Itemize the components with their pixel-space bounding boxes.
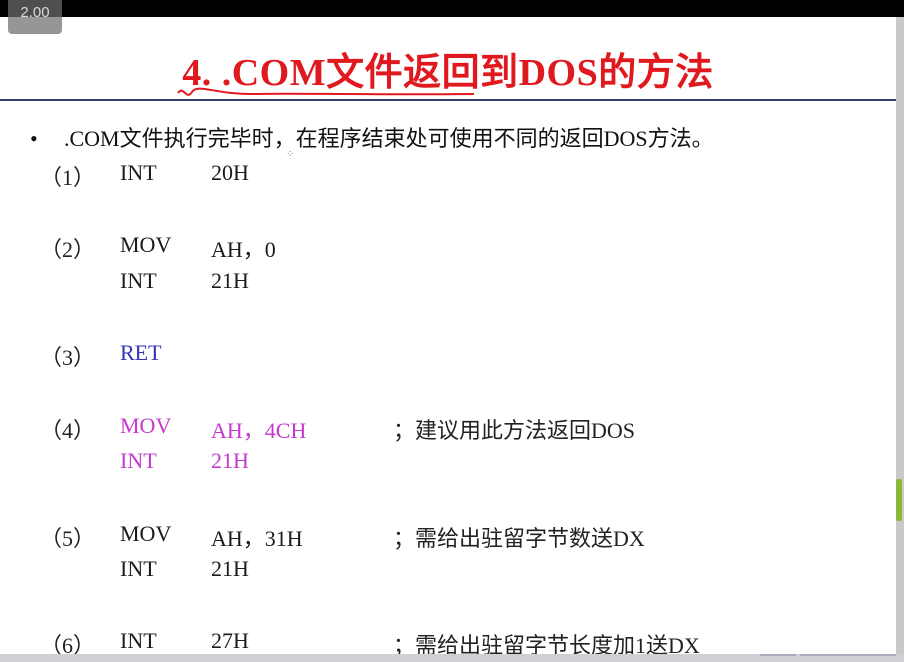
row-opcode: INT <box>120 556 157 581</box>
row-operand: 27H <box>211 628 249 653</box>
row-operand: 21H <box>211 268 249 293</box>
row-number: （6） <box>40 633 96 654</box>
row-number: （1） <box>40 165 96 190</box>
row-comment: ；需给出驻留字节长度加1送DX <box>393 633 700 654</box>
row-comment: ；需给出驻留字节数送DX <box>393 526 645 551</box>
row-opcode: RET <box>120 340 162 365</box>
video-top-bar <box>0 0 904 17</box>
video-progress-bar[interactable] <box>0 654 904 662</box>
row-operand: 21H <box>211 448 249 473</box>
row-number: （4） <box>40 418 96 443</box>
row-number: （2） <box>40 237 96 262</box>
row-opcode: INT <box>120 160 157 185</box>
slide: 4. .COM文件返回到DOS的方法 • .COM文件执行完毕时，在程序结束处可使… <box>0 17 896 654</box>
row-operand: 20H <box>211 160 249 185</box>
cursor-mark: ⁘ <box>286 149 295 160</box>
intro-bullet: • .COM文件执行完毕时，在程序结束处可使用不同的返回DOS方法。 <box>30 121 714 153</box>
row-number: （3） <box>40 345 96 370</box>
row-opcode: INT <box>120 448 157 473</box>
row-operand: 21H <box>211 556 249 581</box>
row-opcode: INT <box>120 628 157 653</box>
playback-speed-badge[interactable]: 2.00 <box>8 0 62 34</box>
intro-text: .COM文件执行完毕时，在程序结束处可使用不同的返回DOS方法。 <box>64 126 714 151</box>
row-operand: AH，31H <box>211 526 303 551</box>
bullet-icon: • <box>30 126 38 151</box>
row-opcode: INT <box>120 268 157 293</box>
row-opcode: MOV <box>120 413 172 438</box>
scrollbar-thumb[interactable] <box>896 479 902 521</box>
slide-right-edge <box>896 17 904 662</box>
row-number: （5） <box>40 526 96 551</box>
row-operand: AH，0 <box>211 237 276 262</box>
row-comment: ；建议用此方法返回DOS <box>393 418 636 443</box>
title-rule <box>0 99 896 101</box>
progress-segment <box>760 654 796 656</box>
row-operand: AH，4CH <box>211 418 307 443</box>
row-opcode: MOV <box>120 232 172 257</box>
progress-segment <box>800 654 896 656</box>
row-opcode: MOV <box>120 521 172 546</box>
